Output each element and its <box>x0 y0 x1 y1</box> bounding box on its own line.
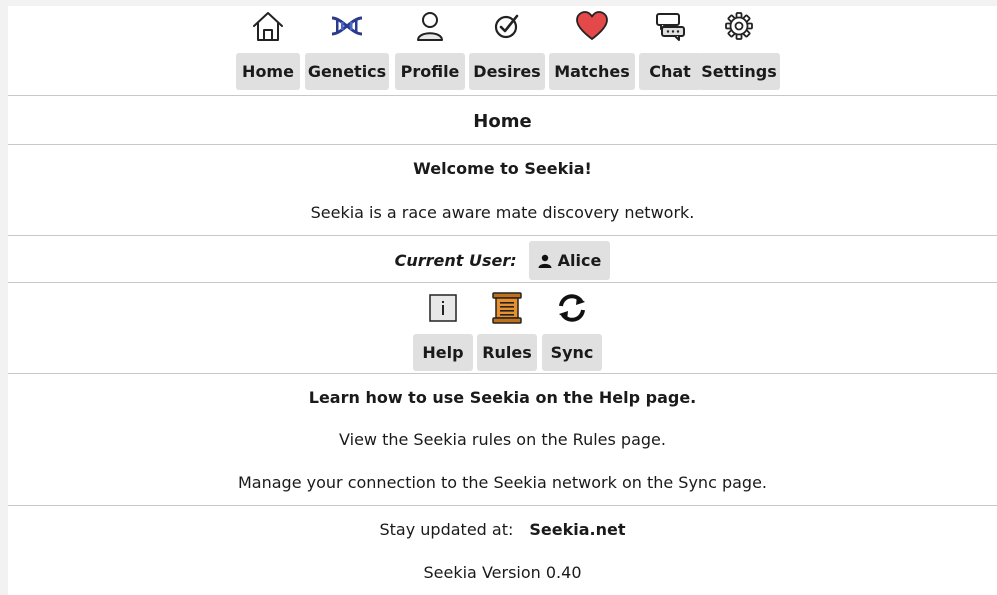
divider <box>8 282 997 283</box>
current-user-label: Current User: <box>394 251 517 270</box>
chat-bubbles-icon <box>654 6 686 46</box>
nav-item-desires[interactable]: Desires <box>469 6 545 90</box>
rules-button[interactable]: Rules <box>477 334 537 371</box>
nav-item-matches[interactable]: Matches <box>549 6 635 90</box>
stay-updated-label: Stay updated at: <box>379 520 514 539</box>
check-circle-icon <box>493 6 521 46</box>
sync-icon <box>555 290 589 326</box>
divider <box>8 505 997 506</box>
divider <box>8 373 997 374</box>
nav-item-settings[interactable]: Settings <box>698 6 780 90</box>
page-item-sync[interactable]: Sync <box>542 290 602 371</box>
user-icon <box>415 6 445 46</box>
gear-icon <box>724 6 754 46</box>
info-icon <box>429 290 457 326</box>
divider <box>8 95 997 96</box>
app-window: Home Genetics Profile Desires Matches Ch… <box>8 6 997 595</box>
user-icon <box>538 254 552 268</box>
divider <box>8 144 997 145</box>
page-item-rules[interactable]: Rules <box>477 290 537 371</box>
sync-button[interactable]: Sync <box>542 334 602 371</box>
genetics-button[interactable]: Genetics <box>305 53 389 90</box>
nav-item-chat[interactable]: Chat <box>639 6 701 90</box>
nav-item-genetics[interactable]: Genetics <box>305 6 389 90</box>
desires-button[interactable]: Desires <box>469 53 545 90</box>
help-info-text: Learn how to use Seekia on the Help page… <box>308 388 697 407</box>
current-user-row: Current User: Alice <box>8 240 997 281</box>
help-button[interactable]: Help <box>413 334 473 371</box>
website-link[interactable]: Seekia.net <box>529 520 625 539</box>
scroll-icon <box>492 290 522 326</box>
house-icon <box>251 6 285 46</box>
profile-button[interactable]: Profile <box>395 53 465 90</box>
nav-item-home[interactable]: Home <box>236 6 300 90</box>
dna-icon <box>330 6 364 46</box>
divider <box>8 235 997 236</box>
stay-updated-row: Stay updated at: Seekia.net <box>8 520 997 539</box>
welcome-text: Seekia is a race aware mate discovery ne… <box>310 203 695 222</box>
page-item-help[interactable]: Help <box>413 290 473 371</box>
chat-button[interactable]: Chat <box>639 53 701 90</box>
current-user-button[interactable]: Alice <box>528 241 611 280</box>
sync-info-text: Manage your connection to the Seekia net… <box>238 473 767 492</box>
matches-button[interactable]: Matches <box>549 53 635 90</box>
nav-item-profile[interactable]: Profile <box>395 6 465 90</box>
heart-icon <box>576 6 608 46</box>
home-button[interactable]: Home <box>236 53 300 90</box>
version-text: Seekia Version 0.40 <box>423 563 582 582</box>
rules-info-text: View the Seekia rules on the Rules page. <box>339 430 666 449</box>
page-title: Home <box>473 111 532 132</box>
top-nav: Home Genetics Profile Desires Matches Ch… <box>8 6 997 96</box>
welcome-heading: Welcome to Seekia! <box>413 159 592 178</box>
settings-button[interactable]: Settings <box>698 53 780 90</box>
current-user-name: Alice <box>557 251 602 270</box>
